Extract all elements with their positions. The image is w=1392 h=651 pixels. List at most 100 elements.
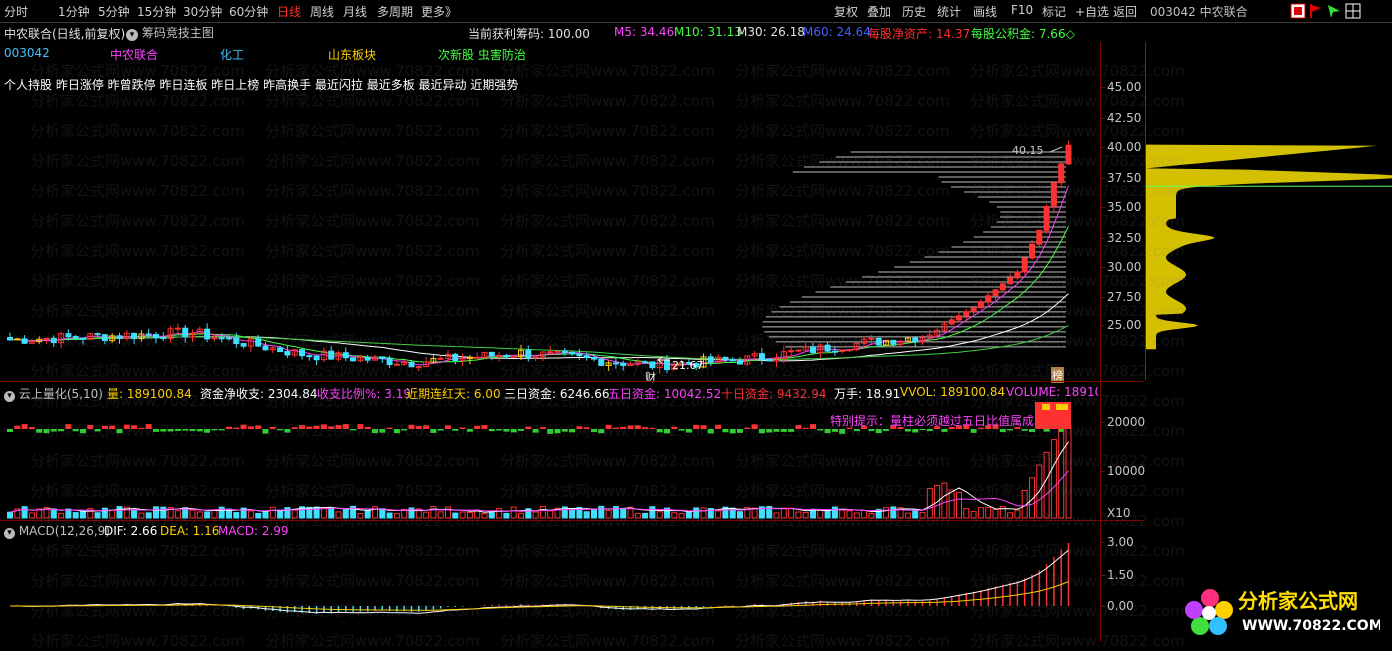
candle[interactable] (488, 351, 495, 357)
candle[interactable] (50, 337, 57, 344)
candle[interactable] (569, 351, 576, 355)
volume-bar[interactable] (262, 511, 269, 519)
volume-bar[interactable] (817, 509, 824, 519)
candle[interactable] (598, 358, 605, 366)
volume-bar[interactable] (94, 512, 101, 519)
candle[interactable] (1058, 163, 1065, 184)
candle[interactable] (875, 337, 882, 346)
candle[interactable] (306, 355, 313, 358)
volume-bar[interactable] (481, 513, 488, 519)
volume-bar[interactable] (277, 509, 284, 519)
volume-bar[interactable] (970, 511, 977, 519)
candle[interactable] (554, 350, 561, 353)
candle[interactable] (350, 357, 357, 362)
candle[interactable] (364, 356, 371, 361)
volume-bar[interactable] (393, 513, 400, 519)
volume-bar[interactable] (255, 512, 262, 519)
volume-bar[interactable] (977, 507, 984, 519)
candle[interactable] (218, 337, 225, 340)
candle[interactable] (145, 333, 152, 336)
tag-region[interactable]: 山东板块 (328, 46, 376, 63)
candle[interactable] (313, 355, 320, 361)
tag-industry[interactable]: 化工 (220, 46, 244, 63)
candle[interactable] (722, 356, 729, 361)
volume-bar[interactable] (496, 507, 503, 519)
candle[interactable] (437, 357, 444, 360)
candle[interactable] (240, 343, 247, 347)
f10-button[interactable]: F10 (1011, 3, 1033, 17)
period-tab-multi[interactable]: 多周期 (377, 3, 413, 20)
volume-bar[interactable] (715, 510, 722, 519)
volume-bar[interactable] (941, 482, 948, 519)
candle[interactable] (262, 345, 269, 351)
tag-name[interactable]: 中农联合 (110, 46, 158, 63)
volume-bar[interactable] (109, 509, 116, 519)
back-button[interactable]: 返回 (1113, 3, 1137, 20)
volume-bar[interactable] (773, 512, 780, 519)
candle[interactable] (576, 353, 583, 357)
volume-bar[interactable] (247, 510, 254, 519)
report-icon[interactable] (1290, 3, 1306, 19)
candle[interactable] (496, 354, 503, 357)
volume-bar[interactable] (883, 507, 889, 519)
volume-bar[interactable] (145, 512, 152, 519)
candle[interactable] (846, 349, 853, 352)
volume-bar[interactable] (780, 507, 787, 519)
volume-bar[interactable] (598, 505, 605, 519)
candle[interactable] (912, 337, 919, 343)
volume-bar[interactable] (335, 511, 342, 519)
candle[interactable] (1014, 271, 1021, 279)
volume-bar[interactable] (693, 507, 700, 519)
volume-bar[interactable] (926, 488, 933, 519)
candle[interactable] (7, 337, 13, 341)
volume-bar[interactable] (912, 509, 919, 519)
volume-bar[interactable] (153, 506, 159, 519)
volume-bar[interactable] (503, 512, 510, 519)
candle[interactable] (890, 339, 897, 345)
volume-bar[interactable] (678, 512, 685, 519)
candle[interactable] (664, 359, 670, 371)
candle[interactable] (977, 301, 984, 309)
candle[interactable] (561, 350, 568, 353)
history-button[interactable]: 历史 (902, 3, 926, 20)
candle[interactable] (182, 327, 189, 338)
candle[interactable] (510, 355, 517, 358)
volume-bar[interactable] (846, 510, 853, 519)
volume-bar[interactable] (430, 506, 437, 519)
candle[interactable] (255, 338, 262, 347)
candle[interactable] (342, 352, 349, 359)
candle[interactable] (649, 361, 656, 369)
candle[interactable] (474, 356, 481, 359)
volume-bar[interactable] (948, 489, 955, 519)
arrow-icon[interactable] (1328, 5, 1340, 18)
candle[interactable] (956, 315, 962, 321)
candle[interactable] (758, 353, 765, 360)
candle[interactable] (233, 337, 240, 345)
candle[interactable] (101, 334, 108, 342)
candle[interactable] (729, 359, 736, 362)
candle[interactable] (1043, 206, 1050, 231)
volume-bar[interactable] (788, 507, 795, 519)
candle[interactable] (94, 333, 101, 336)
volume-bar[interactable] (510, 506, 517, 519)
grid-icon[interactable] (1345, 3, 1361, 19)
indicator-dropdown[interactable]: ▾ 筹码竞技主图 (126, 24, 214, 41)
period-tab-fenshi[interactable]: 分时 (4, 3, 28, 20)
volume-bar[interactable] (284, 507, 291, 519)
volume-bar[interactable] (138, 512, 145, 519)
candle[interactable] (831, 350, 838, 353)
period-tab-monthly[interactable]: 月线 (343, 3, 367, 20)
volume-bar[interactable] (700, 507, 707, 519)
candle[interactable] (1065, 144, 1072, 165)
candle[interactable] (1007, 277, 1014, 285)
volume-bar[interactable] (919, 511, 926, 519)
volume-bar[interactable] (853, 512, 860, 519)
volume-bar[interactable] (452, 512, 459, 519)
period-tab-weekly[interactable]: 周线 (310, 3, 334, 20)
candle[interactable] (408, 361, 415, 368)
candle[interactable] (737, 360, 743, 365)
volume-bar[interactable] (364, 509, 371, 519)
volume-bar[interactable] (620, 508, 627, 519)
candle[interactable] (999, 283, 1006, 291)
add-watchlist-button[interactable]: +自选 (1075, 3, 1109, 20)
